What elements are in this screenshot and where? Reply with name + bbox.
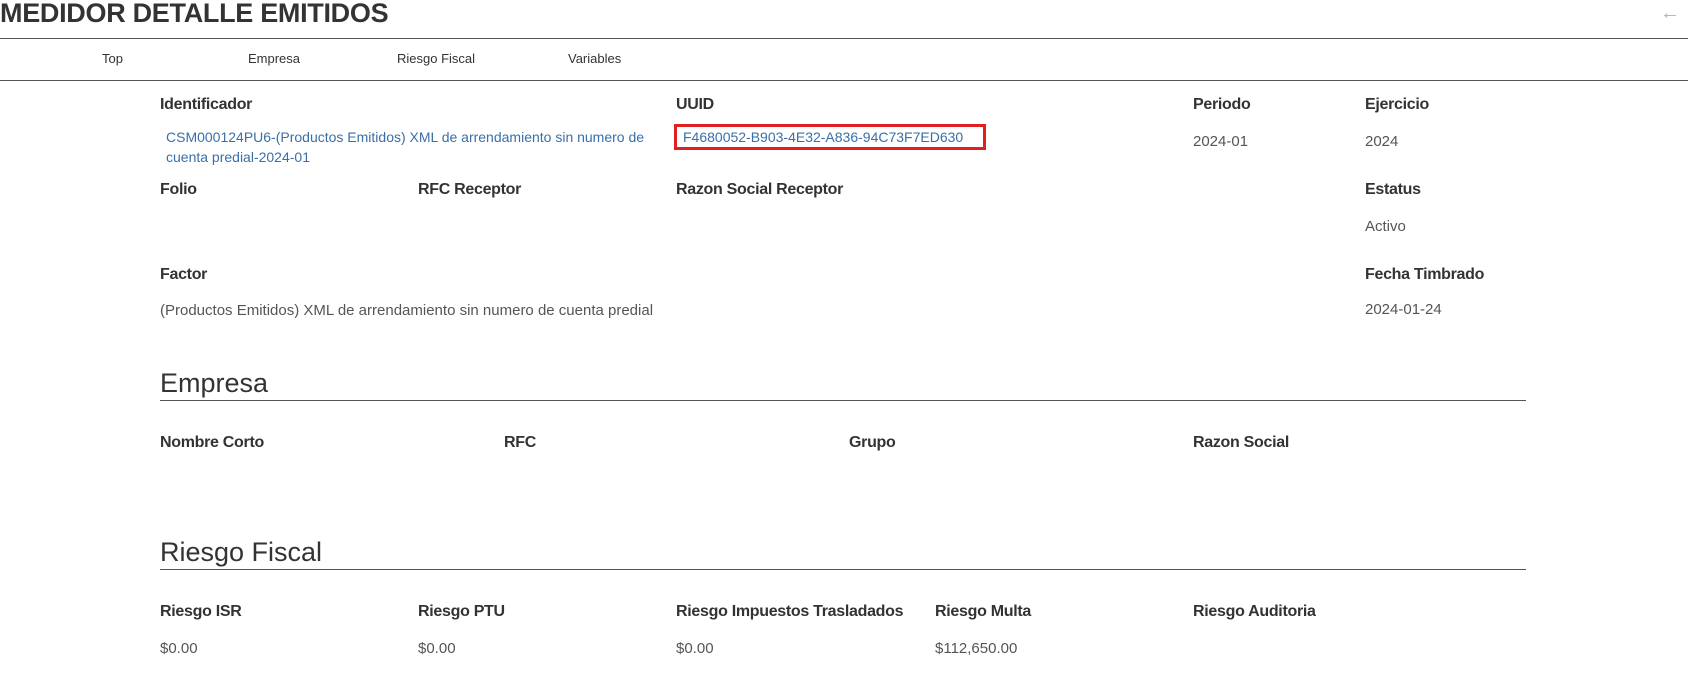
periodo-value: 2024-01 [1193, 133, 1249, 150]
riesgo-multa-label: Riesgo Multa [935, 603, 1031, 620]
riesgo-ptu-value: $0.00 [418, 640, 456, 657]
estatus-label: Estatus [1365, 181, 1421, 198]
rfc-receptor-label: RFC Receptor [418, 181, 522, 198]
arrow-left-icon[interactable]: ← [1660, 2, 1680, 25]
riesgo-fiscal-divider [160, 569, 1526, 570]
tab-top[interactable]: Top [102, 51, 123, 66]
riesgo-isr-value: $0.00 [160, 640, 198, 657]
factor-label: Factor [160, 266, 208, 283]
riesgo-fiscal-section-title: Riesgo Fiscal [160, 537, 323, 567]
ejercicio-value: 2024 [1365, 133, 1399, 150]
tab-riesgo-fiscal[interactable]: Riesgo Fiscal [397, 51, 475, 66]
factor-value: (Productos Emitidos) XML de arrendamient… [160, 302, 654, 319]
uuid-link[interactable]: F4680052-B903-4E32-A836-94C73F7ED630 [674, 124, 986, 150]
grupo-label: Grupo [849, 434, 896, 451]
identificador-link[interactable]: CSM000124PU6-(Productos Emitidos) XML de… [166, 127, 666, 167]
tab-empresa[interactable]: Empresa [248, 51, 300, 66]
riesgo-multa-value: $112,650.00 [935, 640, 1018, 657]
ejercicio-label: Ejercicio [1365, 96, 1430, 113]
page-title: MEDIDOR DETALLE EMITIDOS [0, 0, 389, 28]
fecha-timbrado-label: Fecha Timbrado [1365, 266, 1485, 283]
riesgo-ptu-label: Riesgo PTU [418, 603, 505, 620]
rfc-label: RFC [504, 434, 536, 451]
nombre-corto-label: Nombre Corto [160, 434, 264, 451]
periodo-label: Periodo [1193, 96, 1251, 113]
fecha-timbrado-value: 2024-01-24 [1365, 301, 1442, 318]
razon-social-label: Razon Social [1193, 434, 1289, 451]
razon-social-receptor-label: Razon Social Receptor [676, 181, 844, 198]
empresa-section-title: Empresa [160, 368, 269, 398]
riesgo-auditoria-label: Riesgo Auditoria [1193, 603, 1316, 620]
identificador-label: Identificador [160, 96, 253, 113]
nav-divider [0, 80, 1688, 81]
riesgo-impuestos-label: Riesgo Impuestos Trasladados [676, 603, 904, 620]
tab-variables[interactable]: Variables [568, 51, 621, 66]
riesgo-isr-label: Riesgo ISR [160, 603, 242, 620]
empresa-divider [160, 400, 1526, 401]
riesgo-impuestos-value: $0.00 [676, 640, 714, 657]
folio-label: Folio [160, 181, 197, 198]
header-divider [0, 38, 1688, 39]
estatus-value: Activo [1365, 218, 1406, 235]
uuid-label: UUID [676, 96, 714, 113]
